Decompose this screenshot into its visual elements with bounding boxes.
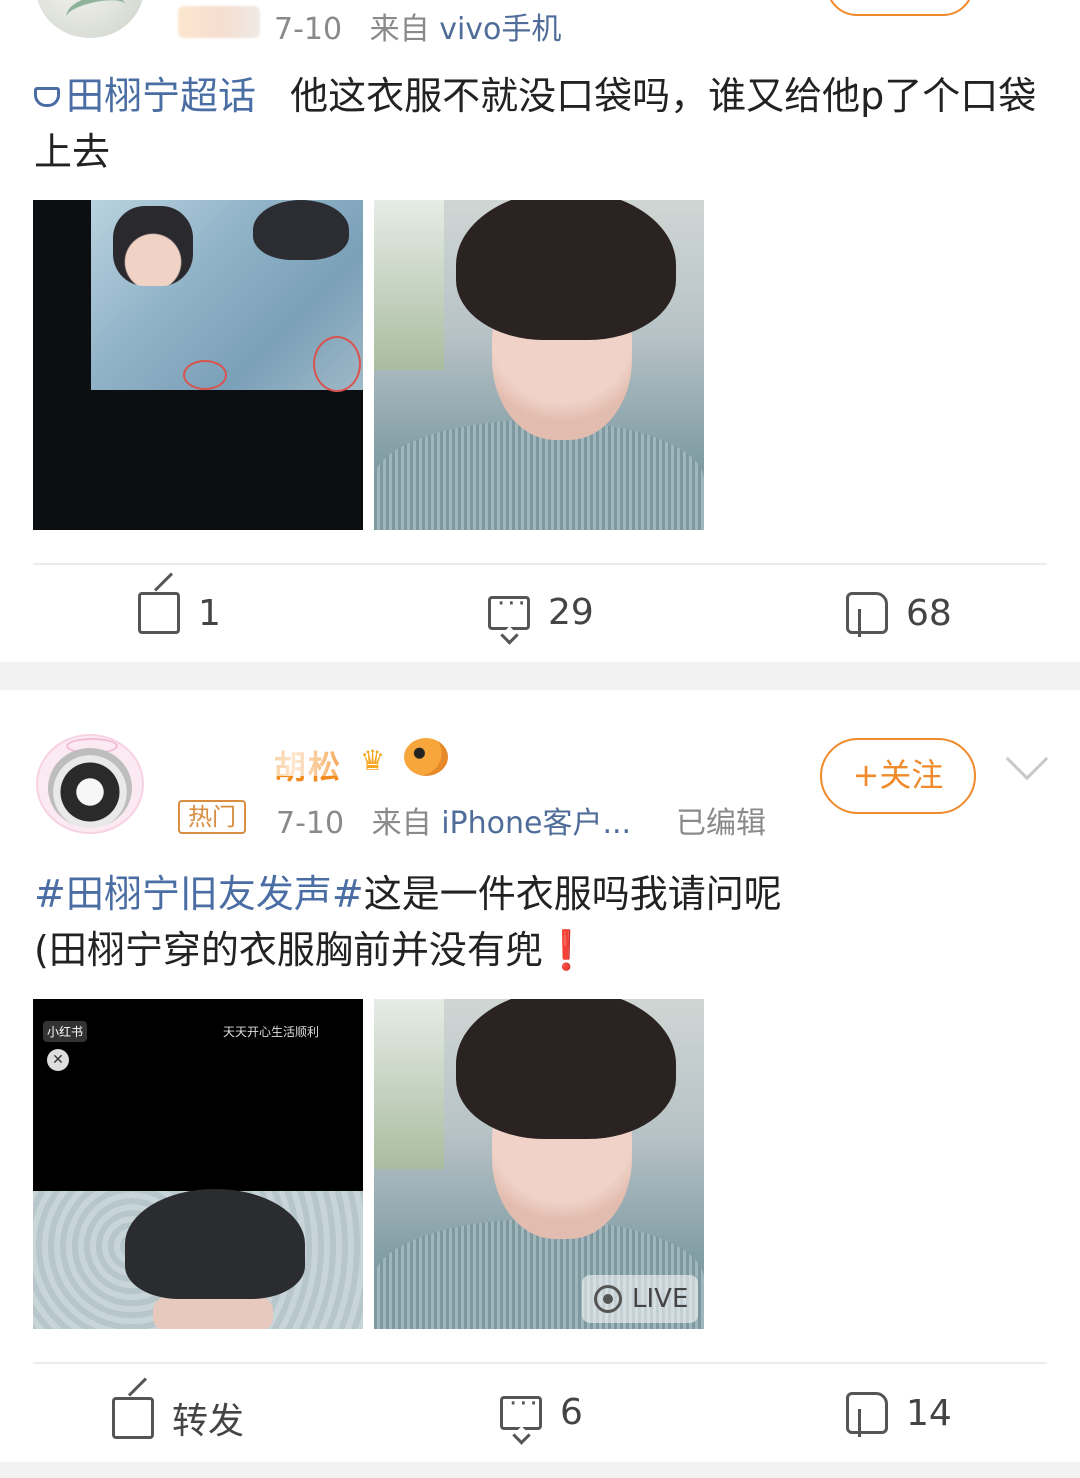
username-blur <box>176 740 346 776</box>
follow-button[interactable] <box>826 0 974 16</box>
post-card-1: 7-10 来自 vivo手机 田栩宁超话 他这衣服不就没口袋吗，谁又给他p了个口… <box>0 0 1080 662</box>
red-circle-annotation <box>183 360 227 390</box>
post-date: 7-10 <box>274 12 343 47</box>
photo-cap <box>253 200 349 260</box>
post-meta: 7-10 来自 vivo手机 <box>274 4 561 48</box>
comment-button[interactable]: 6 <box>500 1389 583 1433</box>
avatar-dog-photo <box>48 748 132 828</box>
live-label: LIVE <box>632 1284 689 1314</box>
exclamation-icon: ❗ <box>542 928 591 972</box>
comment-count: 6 <box>560 1392 583 1433</box>
image-caption: 天天开心生活顺利 <box>223 1025 320 1039</box>
divider <box>33 563 1047 565</box>
avatar[interactable] <box>36 734 144 834</box>
post-meta: 7-10 来自 iPhone客户... <box>276 798 631 842</box>
follow-button[interactable]: +关注 <box>820 738 976 814</box>
post-source: iPhone客户... <box>441 806 632 841</box>
post-body-line-1: 这是一件衣服吗我请问呢 <box>363 872 782 916</box>
hair <box>456 200 676 340</box>
like-count: 68 <box>906 592 952 634</box>
post-date: 7-10 <box>276 806 345 841</box>
car-window <box>374 999 444 1169</box>
source-prefix: 来自 <box>369 12 430 47</box>
post-image-3[interactable]: 小红书 ✕ 天天开心生活顺利 <box>33 999 363 1329</box>
super-topic-link[interactable]: 田栩宁超话 <box>34 74 256 118</box>
post-source: vivo手机 <box>439 12 562 47</box>
pufferfish-icon <box>404 738 448 776</box>
crown-icon: ♛ <box>360 744 386 777</box>
thumbs-up-icon <box>846 592 888 637</box>
avatar-leaf-graphic <box>63 0 129 32</box>
edited-label: 已编辑 <box>676 806 766 841</box>
diamond-icon <box>34 87 60 107</box>
username-blurred <box>178 6 260 38</box>
car-window <box>374 200 444 370</box>
xiaohongshu-badge: 小红书 <box>43 1021 88 1042</box>
like-button[interactable]: 14 <box>846 1392 952 1437</box>
comment-icon <box>500 1389 542 1430</box>
share-button[interactable]: 转发 <box>112 1392 244 1444</box>
like-button[interactable]: 68 <box>846 592 952 637</box>
hashtag-link[interactable]: #田栩宁旧友发声# <box>34 872 364 916</box>
share-icon <box>112 1397 154 1439</box>
share-count: 1 <box>198 592 221 634</box>
hot-badge: 热门 <box>178 800 246 834</box>
avatar[interactable] <box>36 0 144 38</box>
source-prefix: 来自 <box>371 806 432 841</box>
share-icon <box>138 592 180 634</box>
super-topic-label: 田栩宁超话 <box>66 74 257 118</box>
like-count: 14 <box>906 1392 952 1434</box>
comment-icon <box>488 589 530 630</box>
post-image-1[interactable] <box>33 200 363 530</box>
post-image-4[interactable]: LIVE <box>374 999 704 1329</box>
comment-count: 29 <box>548 592 594 633</box>
hair <box>456 999 676 1139</box>
close-icon: ✕ <box>47 1049 69 1071</box>
live-icon <box>594 1285 622 1313</box>
post-text: #田栩宁旧友发声#这是一件衣服吗我请问呢 (田栩宁穿的衣服胸前并没有兜❗ <box>34 866 1044 978</box>
post-image-2[interactable] <box>374 200 704 530</box>
post-text: 田栩宁超话 他这衣服不就没口袋吗，谁又给他p了个口袋上去 <box>34 68 1044 180</box>
thumbs-up-icon <box>846 1392 888 1437</box>
divider <box>33 1362 1047 1364</box>
red-circle-annotation <box>313 336 361 392</box>
live-photo-badge[interactable]: LIVE <box>582 1275 698 1323</box>
post-body-line-2: (田栩宁穿的衣服胸前并没有兜 <box>34 928 543 972</box>
share-label: 转发 <box>172 1401 245 1442</box>
comment-button[interactable]: 29 <box>488 589 594 633</box>
photo-cap <box>125 1189 305 1299</box>
photo-subject-1 <box>113 206 193 286</box>
share-button[interactable]: 1 <box>138 592 221 634</box>
